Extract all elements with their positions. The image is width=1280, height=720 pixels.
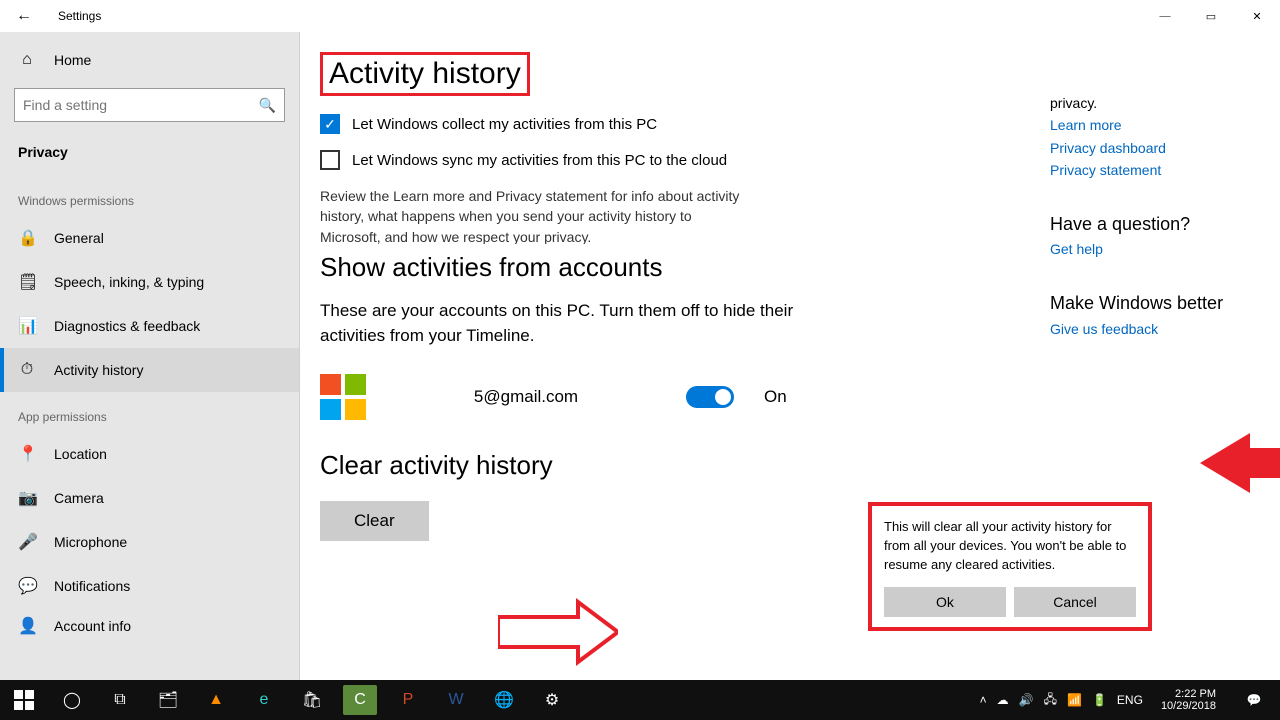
sidebar-item-label: Account info (54, 618, 131, 634)
close-button[interactable]: ✕ (1234, 0, 1280, 32)
feedback-link[interactable]: Give us feedback (1050, 318, 1250, 340)
edge-icon[interactable]: e (240, 680, 288, 720)
dialog-cancel-button[interactable]: Cancel (1014, 587, 1136, 617)
vlc-icon[interactable]: ▲ (192, 680, 240, 720)
microsoft-logo-icon (320, 374, 366, 420)
minimize-button[interactable]: — (1142, 0, 1188, 32)
diagnostics-icon: 📊 (18, 316, 36, 336)
file-explorer-icon[interactable]: 🗂 (144, 680, 192, 720)
learn-more-link[interactable]: Learn more (1050, 114, 1250, 136)
checkbox-label: Let Windows sync my activities from this… (352, 152, 727, 169)
store-icon[interactable]: 🛍 (288, 680, 336, 720)
accounts-description: These are your accounts on this PC. Turn… (320, 299, 860, 348)
account-icon: 👤 (18, 616, 36, 636)
word-icon[interactable]: W (432, 680, 480, 720)
question-header: Have a question? (1050, 210, 1250, 239)
sidebar-item-label: Microphone (54, 534, 127, 550)
camtasia-icon[interactable]: C (343, 685, 377, 715)
maximize-button[interactable]: ▭ (1188, 0, 1234, 32)
settings-taskbar-icon[interactable]: ⚙ (528, 680, 576, 720)
powerpoint-icon[interactable]: P (384, 680, 432, 720)
privacy-dashboard-link[interactable]: Privacy dashboard (1050, 137, 1250, 159)
tray-volume-icon[interactable]: 🔊 (1019, 693, 1034, 707)
sidebar-item-label: General (54, 230, 104, 246)
sidebar-item-label: Diagnostics & feedback (54, 318, 200, 334)
sidebar-item-activity-history[interactable]: ⏱ Activity history (0, 348, 299, 392)
notifications-icon: 💬 (18, 576, 36, 596)
sidebar-item-account-info[interactable]: 👤 Account info (0, 608, 299, 644)
annotation-arrow-solid (1200, 430, 1280, 496)
account-toggle[interactable] (686, 386, 734, 408)
info-pane: privacy. Learn more Privacy dashboard Pr… (1050, 92, 1250, 340)
cortana-icon[interactable]: ◯ (48, 680, 96, 720)
action-center-icon[interactable]: 💬 (1234, 680, 1274, 720)
sidebar-item-label: Speech, inking, & typing (54, 274, 204, 290)
toggle-state-label: On (764, 387, 787, 407)
sidebar-item-label: Location (54, 446, 107, 462)
tray-battery-icon[interactable]: 🔋 (1092, 693, 1107, 707)
sidebar-item-label: Notifications (54, 578, 130, 594)
dialog-ok-button[interactable]: Ok (884, 587, 1006, 617)
sidebar-item-label: Activity history (54, 362, 143, 378)
clock-date: 10/29/2018 (1161, 700, 1216, 712)
task-view-icon[interactable]: ⧉ (96, 680, 144, 720)
tray-language[interactable]: ENG (1117, 693, 1143, 707)
section-windows-permissions: Windows permissions (0, 176, 299, 216)
checkbox-icon: ✓ (320, 114, 340, 134)
chrome-icon[interactable]: 🌐 (480, 680, 528, 720)
section-app-permissions: App permissions (0, 392, 299, 432)
privacy-category[interactable]: Privacy (0, 134, 299, 176)
clear-history-header: Clear activity history (320, 450, 1250, 481)
tray-wifi-icon[interactable]: 📶 (1067, 693, 1082, 707)
tray-onedrive-icon[interactable]: ☁ (997, 693, 1009, 707)
clock-time: 2:22 PM (1161, 688, 1216, 700)
microphone-icon: 🎤 (18, 532, 36, 552)
sidebar-item-diagnostics[interactable]: 📊 Diagnostics & feedback (0, 304, 299, 348)
start-button[interactable] (0, 680, 48, 720)
clock[interactable]: 2:22 PM 10/29/2018 (1153, 688, 1224, 712)
camera-icon: 📷 (18, 488, 36, 508)
sidebar-item-microphone[interactable]: 🎤 Microphone (0, 520, 299, 564)
clear-button[interactable]: Clear (320, 501, 429, 541)
history-icon: ⏱ (18, 361, 36, 379)
dialog-message: This will clear all your activity histor… (884, 518, 1136, 575)
annotation-arrow-outline (498, 597, 618, 667)
sidebar-item-general[interactable]: 🔒 General (0, 216, 299, 260)
sidebar: ⌂ Home 🔍 Privacy Windows permissions 🔒 Ge… (0, 32, 300, 680)
sidebar-home-label: Home (54, 52, 91, 68)
search-icon: 🔍 (259, 97, 276, 114)
clipboard-icon: 🗒 (18, 272, 36, 292)
search-input[interactable] (23, 97, 259, 113)
get-help-link[interactable]: Get help (1050, 238, 1250, 260)
sidebar-item-label: Camera (54, 490, 104, 506)
tray-chevron-icon[interactable]: ˄ (980, 693, 987, 707)
taskbar: ◯ ⧉ 🗂 ▲ e 🛍 C P W 🌐 ⚙ ˄ ☁ 🔊 🖧 📶 🔋 ENG 2:… (0, 680, 1280, 720)
checkbox-icon (320, 150, 340, 170)
account-row: 5@gmail.com On (320, 374, 1250, 420)
system-tray[interactable]: ˄ ☁ 🔊 🖧 📶 🔋 ENG 2:22 PM 10/29/2018 💬 (980, 680, 1280, 720)
sidebar-item-speech[interactable]: 🗒 Speech, inking, & typing (0, 260, 299, 304)
titlebar: ← Settings — ▭ ✕ (0, 0, 1280, 32)
feedback-header: Make Windows better (1050, 289, 1250, 318)
checkbox-label: Let Windows collect my activities from t… (352, 116, 657, 133)
sidebar-home[interactable]: ⌂ Home (0, 38, 299, 82)
lock-icon: 🔒 (18, 228, 36, 248)
review-description: Review the Learn more and Privacy statem… (320, 186, 750, 244)
sidebar-item-location[interactable]: 📍 Location (0, 432, 299, 476)
app-title: Settings (48, 9, 101, 23)
privacy-snippet: privacy. (1050, 95, 1097, 111)
tray-network-icon[interactable]: 🖧 (1044, 690, 1057, 711)
sidebar-item-notifications[interactable]: 💬 Notifications (0, 564, 299, 608)
back-button[interactable]: ← (0, 0, 48, 32)
confirm-dialog: This will clear all your activity histor… (868, 502, 1152, 631)
sidebar-item-camera[interactable]: 📷 Camera (0, 476, 299, 520)
search-box[interactable]: 🔍 (14, 88, 285, 122)
location-icon: 📍 (18, 444, 36, 464)
page-title: Activity history (320, 52, 530, 96)
main-content: Activity history ✓ Let Windows collect m… (300, 32, 1280, 680)
home-icon: ⌂ (18, 51, 36, 69)
account-email: 5@gmail.com (386, 387, 666, 407)
privacy-statement-link[interactable]: Privacy statement (1050, 159, 1250, 181)
